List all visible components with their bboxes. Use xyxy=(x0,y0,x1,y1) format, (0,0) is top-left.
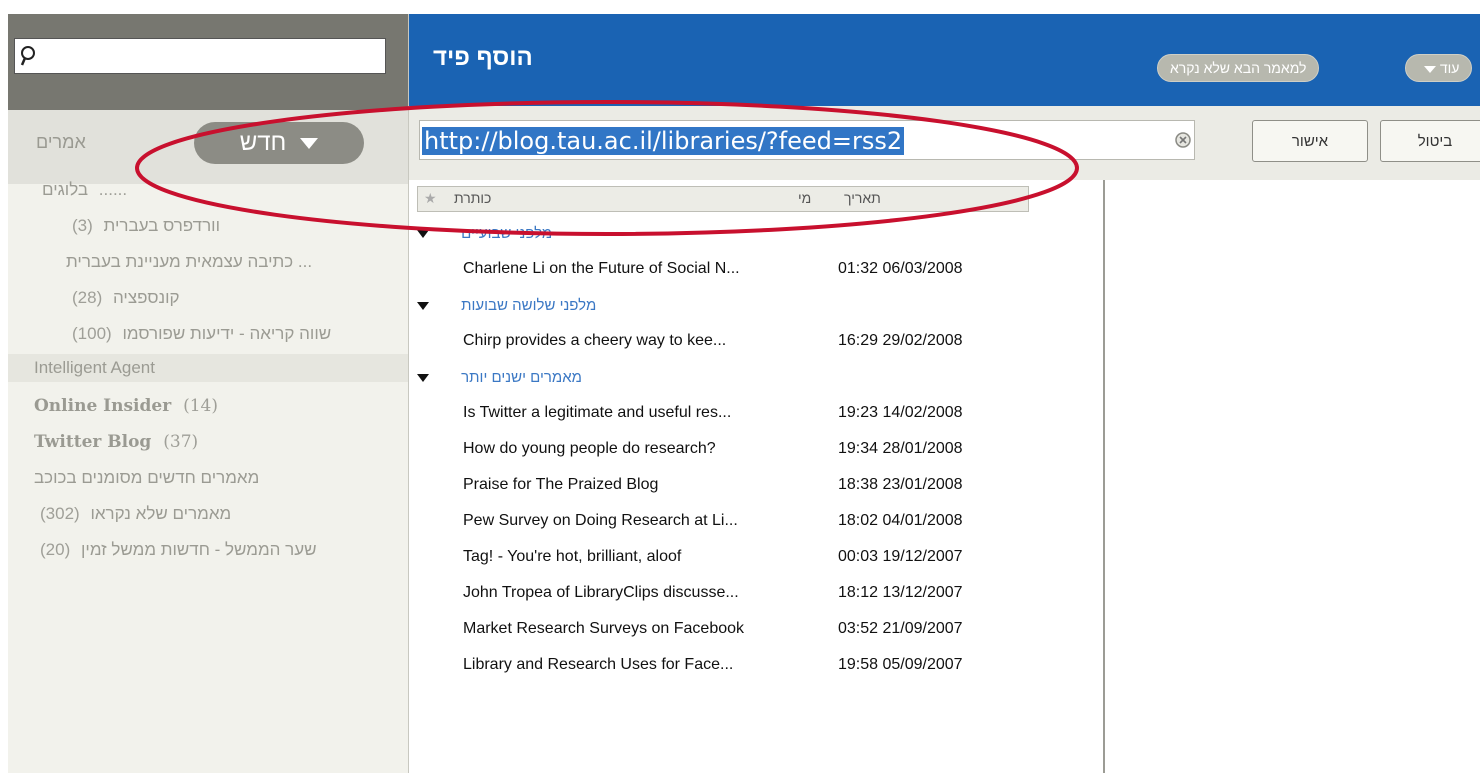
group-older[interactable]: מאמרים ישנים יותר xyxy=(417,364,582,392)
tree-item-worth-reading[interactable]: שווה קריאה - ידיעות שפורסמו (100) xyxy=(66,320,331,348)
tree-item-label: Intelligent Agent xyxy=(34,358,155,377)
article-list: ★ כותרת מי תאריך מלפני שבועיים Charlene … xyxy=(409,180,1095,773)
main-panel: הוסף פיד למאמר הבא שלא נקרא עוד http://b… xyxy=(409,14,1480,773)
tree-item-count: (20) xyxy=(40,540,71,559)
tree-item-count: (100) xyxy=(72,324,112,343)
preview-pane xyxy=(1103,180,1480,773)
more-button-label: עוד xyxy=(1439,60,1460,76)
collapse-triangle-icon xyxy=(417,230,429,239)
article-row[interactable]: Market Research Surveys on Facebook 03:5… xyxy=(463,612,1023,646)
search-input[interactable] xyxy=(14,38,386,74)
tree-item-gov-portal[interactable]: שער הממשל - חדשות ממשל זמין (20) xyxy=(34,536,317,564)
chevron-down-icon xyxy=(1424,65,1436,73)
new-button-label: חדש xyxy=(239,129,287,156)
article-title: Praise for The Praized Blog xyxy=(463,476,659,493)
group-label: מלפני שלושה שבועות xyxy=(461,297,597,314)
more-button[interactable]: עוד xyxy=(1405,54,1473,82)
clear-icon[interactable] xyxy=(1174,131,1192,149)
next-unread-button[interactable]: למאמר הבא שלא נקרא xyxy=(1157,54,1320,82)
tree-item-label: Twitter Blog xyxy=(34,432,152,452)
group-label: מאמרים ישנים יותר xyxy=(461,369,582,386)
sidebar-toolbar: חדש אמרים xyxy=(8,110,408,184)
tree-item-label: כתיבה עצמאית מעניינת בעברית ... xyxy=(66,252,313,271)
article-date: 19:23 14/02/2008 xyxy=(838,404,963,421)
article-row[interactable]: Pew Survey on Doing Research at Li... 18… xyxy=(463,504,1023,538)
tree-item-twitter-blog[interactable]: Twitter Blog (37) xyxy=(34,428,204,456)
tree-item-unread[interactable]: מאמרים שלא נקראו (302) xyxy=(34,500,231,528)
article-date: 19:34 28/01/2008 xyxy=(838,440,963,457)
app-window: חדש אמרים בלוגים ...... וורדפרס בעברית (… xyxy=(8,14,1480,773)
collapse-triangle-icon xyxy=(417,374,429,383)
feed-url-input[interactable]: http://blog.tau.ac.il/libraries/?feed=rs… xyxy=(419,120,1195,160)
article-title: Market Research Surveys on Facebook xyxy=(463,620,745,637)
tree-item-wordpress[interactable]: וורדפרס בעברית (3) xyxy=(66,212,220,240)
tree-item-intelligent-agent[interactable]: Intelligent Agent xyxy=(8,354,408,382)
article-title: Tag! - You're hot, brilliant, aloof xyxy=(463,548,682,565)
cancel-button[interactable]: ביטול xyxy=(1380,120,1480,162)
list-header: ★ כותרת מי תאריך xyxy=(417,186,1029,212)
article-date: 19:58 05/09/2007 xyxy=(838,656,963,673)
article-title: Chirp provides a cheery way to kee... xyxy=(463,332,727,349)
article-date: 18:02 04/01/2008 xyxy=(838,512,963,529)
author-column-header[interactable]: מי xyxy=(798,190,811,206)
tree-item-blogs[interactable]: בלוגים ...... xyxy=(42,176,133,204)
tree-item-count: (28) xyxy=(72,288,103,307)
page-title: הוסף פיד xyxy=(433,44,533,71)
tree-item-count: (37) xyxy=(163,432,199,452)
tree-item-independent-writing[interactable]: כתיבה עצמאית מעניינת בעברית ... xyxy=(66,248,312,276)
group-label: מלפני שבועיים xyxy=(461,225,553,242)
article-title: John Tropea of LibraryClips discusse... xyxy=(463,584,739,601)
search-icon xyxy=(20,46,35,66)
tree-item-starred[interactable]: מאמרים חדשים מסומנים בכוכב xyxy=(34,464,259,492)
sidebar-search-area xyxy=(8,14,408,110)
tree-item-label: קונספציה xyxy=(113,288,180,307)
article-title: Charlene Li on the Future of Social N... xyxy=(463,260,740,277)
tree-item-label: וורדפרס בעברית xyxy=(103,216,220,235)
tree-item-conception[interactable]: קונספציה (28) xyxy=(66,284,180,312)
new-button[interactable]: חדש xyxy=(194,122,364,164)
article-title: How do young people do research? xyxy=(463,440,716,457)
chevron-down-icon xyxy=(300,137,319,149)
ok-button[interactable]: אישור xyxy=(1252,120,1368,162)
article-row[interactable]: Is Twitter a legitimate and useful res..… xyxy=(463,396,1023,430)
tree-item-label: Online Insider xyxy=(34,396,172,416)
article-row[interactable]: John Tropea of LibraryClips discusse... … xyxy=(463,576,1023,610)
tree-item-label: בלוגים xyxy=(42,180,89,199)
article-date: 03:52 21/09/2007 xyxy=(838,620,963,637)
article-title: Pew Survey on Doing Research at Li... xyxy=(463,512,738,529)
tree-item-count: (302) xyxy=(40,504,80,523)
article-row[interactable]: Tag! - You're hot, brilliant, aloof 00:0… xyxy=(463,540,1023,574)
tree-item-online-insider[interactable]: Online Insider (14) xyxy=(34,392,224,420)
header-bar: הוסף פיד למאמר הבא שלא נקרא עוד xyxy=(409,14,1480,106)
add-feed-bar: http://blog.tau.ac.il/libraries/?feed=rs… xyxy=(409,106,1480,180)
tree-item-count: (3) xyxy=(72,216,93,235)
tree-item-label: מאמרים שלא נקראו xyxy=(90,504,232,523)
date-column-header[interactable]: תאריך xyxy=(844,190,881,206)
group-three-weeks[interactable]: מלפני שלושה שבועות xyxy=(417,292,596,320)
article-row[interactable]: Praise for The Praized Blog 18:38 23/01/… xyxy=(463,468,1023,502)
tree-item-label: שער הממשל - חדשות ממשל זמין xyxy=(81,540,317,559)
article-row[interactable]: Charlene Li on the Future of Social N...… xyxy=(463,252,1023,286)
article-date: 18:12 13/12/2007 xyxy=(838,584,963,601)
article-title: Is Twitter a legitimate and useful res..… xyxy=(463,404,732,421)
tree-item-prefix: ...... xyxy=(98,180,128,199)
group-two-weeks[interactable]: מלפני שבועיים xyxy=(417,220,552,248)
article-date: 18:38 23/01/2008 xyxy=(838,476,963,493)
feed-url-text: http://blog.tau.ac.il/libraries/?feed=rs… xyxy=(422,127,905,155)
article-row[interactable]: Chirp provides a cheery way to kee... 16… xyxy=(463,324,1023,358)
title-column-header[interactable]: כותרת xyxy=(454,190,491,206)
collapse-triangle-icon xyxy=(417,302,429,311)
article-row[interactable]: How do young people do research? 19:34 2… xyxy=(463,432,1023,466)
article-date: 00:03 19/12/2007 xyxy=(838,548,963,565)
article-row[interactable]: Library and Research Uses for Face... 19… xyxy=(463,648,1023,682)
tree-item-label: שווה קריאה - ידיעות שפורסמו xyxy=(122,324,332,343)
sidebar: חדש אמרים בלוגים ...... וורדפרס בעברית (… xyxy=(8,14,409,773)
tree-item-count: (14) xyxy=(183,396,219,416)
star-column-header[interactable]: ★ xyxy=(424,190,437,207)
article-title: Library and Research Uses for Face... xyxy=(463,656,734,673)
article-date: 16:29 29/02/2008 xyxy=(838,332,963,349)
tree-item-label: מאמרים חדשים מסומנים בכוכב xyxy=(34,468,260,487)
articles-label: אמרים xyxy=(36,132,86,152)
article-date: 01:32 06/03/2008 xyxy=(838,260,963,277)
